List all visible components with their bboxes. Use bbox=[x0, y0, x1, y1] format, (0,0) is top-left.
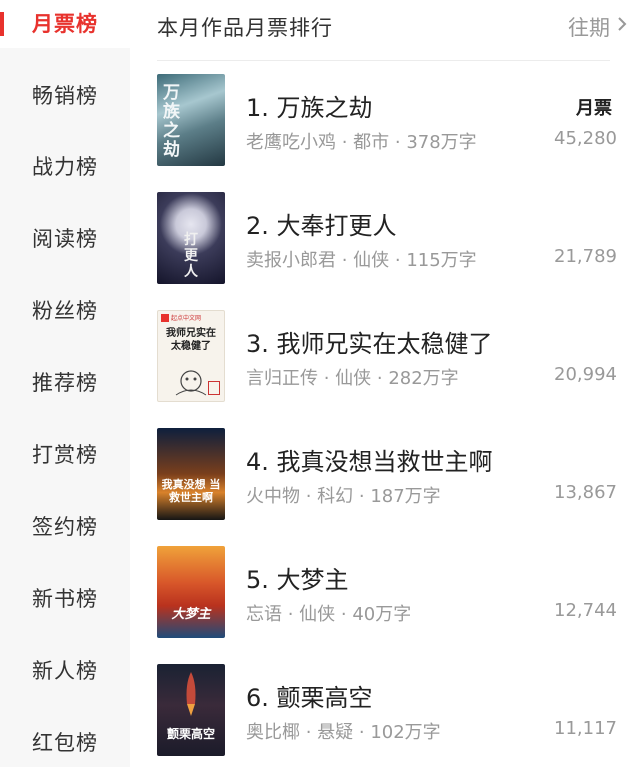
cover-title-text: 大梦主 bbox=[171, 607, 211, 622]
history-link[interactable]: 往期 bbox=[568, 12, 610, 42]
sidebar-item-power[interactable]: 战力榜 bbox=[0, 143, 130, 191]
book-cover[interactable]: 万族之劫 bbox=[157, 74, 225, 166]
book-meta: 忘语 · 仙侠 · 40万字 bbox=[246, 604, 412, 625]
page-title: 本月作品月票排行 bbox=[157, 16, 333, 40]
sidebar-item-monthly-ticket[interactable]: 月票榜 bbox=[0, 0, 130, 48]
header-divider bbox=[157, 60, 610, 61]
book-meta: 奥比椰 · 悬疑 · 102万字 bbox=[246, 722, 441, 743]
book-title[interactable]: 2. 大奉打更人 bbox=[246, 206, 397, 241]
publisher-logo-icon bbox=[161, 314, 169, 322]
book-title[interactable]: 1. 万族之劫 bbox=[246, 88, 373, 123]
sidebar-item-new-books[interactable]: 新书榜 bbox=[0, 575, 130, 623]
book-cover[interactable]: 起点中文网 我师兄实在 太稳健了 bbox=[157, 310, 225, 402]
sidebar-item-fans[interactable]: 粉丝榜 bbox=[0, 287, 130, 335]
book-row[interactable]: 我真没想 当救世主啊 4. 我真没想当救世主啊 火中物 · 科幻 · 187万字… bbox=[157, 428, 617, 522]
book-title[interactable]: 3. 我师兄实在太稳健了 bbox=[246, 324, 493, 359]
book-title[interactable]: 5. 大梦主 bbox=[246, 560, 349, 595]
book-title[interactable]: 6. 颤栗高空 bbox=[246, 678, 373, 713]
book-cover[interactable]: 颤栗高空 bbox=[157, 664, 225, 756]
cover-title-text: 万族之劫 bbox=[163, 83, 180, 160]
cover-title-text: 颤栗高空 bbox=[166, 727, 215, 741]
book-meta: 言归正传 · 仙侠 · 282万字 bbox=[246, 368, 459, 389]
chevron-right-icon[interactable] bbox=[614, 16, 630, 32]
book-title[interactable]: 4. 我真没想当救世主啊 bbox=[246, 442, 493, 477]
cover-seal-icon bbox=[208, 381, 220, 395]
book-votes: 21,789 bbox=[554, 246, 617, 267]
book-meta: 老鹰吃小鸡 · 都市 · 378万字 bbox=[246, 132, 477, 153]
sidebar-item-signed[interactable]: 签约榜 bbox=[0, 503, 130, 551]
sidebar-item-reading[interactable]: 阅读榜 bbox=[0, 215, 130, 263]
book-meta: 卖报小郎君 · 仙侠 · 115万字 bbox=[246, 250, 477, 271]
book-row[interactable]: 打更人 2. 大奉打更人 卖报小郎君 · 仙侠 · 115万字 21,789 bbox=[157, 192, 617, 286]
book-cover[interactable]: 我真没想 当救世主啊 bbox=[157, 428, 225, 520]
sidebar-item-reward[interactable]: 打赏榜 bbox=[0, 431, 130, 479]
cover-title-text: 打更人 bbox=[184, 232, 198, 280]
book-row[interactable]: 大梦主 5. 大梦主 忘语 · 仙侠 · 40万字 12,744 bbox=[157, 546, 617, 640]
book-cover[interactable]: 大梦主 bbox=[157, 546, 225, 638]
book-row[interactable]: 颤栗高空 6. 颤栗高空 奥比椰 · 悬疑 · 102万字 11,117 bbox=[157, 664, 617, 758]
book-meta: 火中物 · 科幻 · 187万字 bbox=[246, 486, 441, 507]
rocket-icon bbox=[186, 672, 196, 716]
book-votes: 13,867 bbox=[554, 482, 617, 503]
book-votes: 11,117 bbox=[554, 718, 617, 739]
sidebar-item-new-authors[interactable]: 新人榜 bbox=[0, 647, 130, 695]
sidebar-item-recommend[interactable]: 推荐榜 bbox=[0, 359, 130, 407]
cover-publisher: 起点中文网 bbox=[171, 315, 202, 322]
book-votes: 12,744 bbox=[554, 600, 617, 621]
cover-title-text: 我师兄实在 太稳健了 bbox=[166, 328, 216, 352]
book-cover[interactable]: 打更人 bbox=[157, 192, 225, 284]
book-votes: 20,994 bbox=[554, 364, 617, 385]
book-row[interactable]: 万族之劫 1. 万族之劫 老鹰吃小鸡 · 都市 · 378万字 45,280 bbox=[157, 74, 617, 168]
ranking-sidebar: 月票榜 畅销榜 战力榜 阅读榜 粉丝榜 推荐榜 打赏榜 签约榜 新书榜 新人榜 … bbox=[0, 0, 130, 767]
sidebar-item-bestseller[interactable]: 畅销榜 bbox=[0, 72, 130, 120]
book-row[interactable]: 起点中文网 我师兄实在 太稳健了 3. 我师兄实在太稳健了 言归正传 · 仙侠 … bbox=[157, 310, 617, 404]
sidebar-item-red-packet[interactable]: 红包榜 bbox=[0, 719, 130, 767]
cover-title-text: 我真没想 当救世主啊 bbox=[161, 478, 221, 504]
book-votes: 45,280 bbox=[554, 128, 617, 149]
